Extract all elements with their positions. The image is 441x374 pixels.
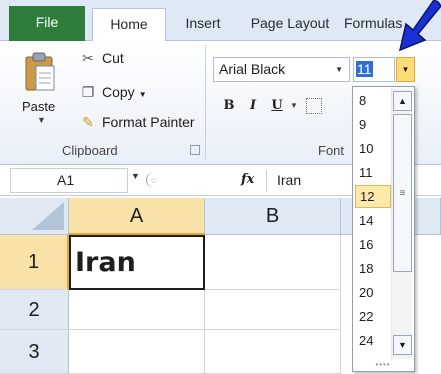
format-painter-label: Format Painter (102, 114, 195, 130)
formula-input[interactable]: Iran (277, 172, 301, 188)
select-all-button[interactable] (0, 198, 69, 235)
font-size-option-highlighted[interactable]: 12 (355, 185, 391, 208)
font-size-option[interactable]: 20 (355, 281, 391, 304)
font-size-option[interactable]: 8 (355, 89, 391, 112)
chevron-down-icon[interactable]: ▼ (335, 58, 343, 81)
font-size-option[interactable]: 24 (355, 329, 391, 352)
tab-home[interactable]: Home (92, 8, 166, 42)
paste-icon[interactable] (23, 51, 57, 93)
copy-button[interactable]: ❐ Copy ▼ (78, 81, 147, 103)
font-name-value: Arial Black (219, 61, 286, 77)
font-size-option[interactable]: 22 (355, 305, 391, 328)
chevron-down-icon[interactable]: ▼ (37, 115, 46, 125)
cell-b1[interactable] (205, 235, 341, 290)
chevron-down-icon[interactable]: ▼ (290, 101, 298, 110)
select-all-triangle-icon (32, 202, 64, 230)
resize-grip-icon[interactable]: •••• (371, 361, 395, 369)
cell-a2[interactable] (69, 290, 205, 330)
copy-icon: ❐ (81, 84, 95, 100)
group-divider (205, 45, 206, 159)
italic-button[interactable]: I (242, 95, 264, 117)
cell-b2[interactable] (205, 290, 341, 330)
row-header-3[interactable]: 3 (0, 330, 69, 374)
font-size-option[interactable]: 16 (355, 233, 391, 256)
ribbon-tab-bar: File Home Insert Page Layout Formulas (0, 0, 441, 42)
cell-a3[interactable] (69, 330, 205, 374)
copy-label: Copy (102, 84, 135, 100)
formula-bar-divider (266, 170, 267, 192)
font-size-option[interactable]: 10 (355, 137, 391, 160)
tab-insert[interactable]: Insert (170, 8, 236, 41)
font-size-option[interactable]: 18 (355, 257, 391, 280)
font-size-option[interactable]: 14 (355, 209, 391, 232)
tab-file[interactable]: File (9, 6, 85, 41)
font-size-value: 11 (356, 61, 373, 77)
scissors-icon: ✂ (82, 50, 94, 66)
paste-button[interactable]: Paste (22, 99, 55, 114)
font-size-combo[interactable]: 11 (353, 57, 395, 82)
font-size-option[interactable]: 9 (355, 113, 391, 136)
font-size-option[interactable]: 11 (355, 161, 391, 184)
name-box[interactable]: A1 (10, 168, 128, 193)
chevron-down-icon[interactable]: ▼ (131, 171, 140, 181)
scroll-thumb[interactable]: ≡ (393, 114, 412, 272)
insert-function-icon[interactable]: fx (241, 172, 254, 187)
chevron-down-icon[interactable]: ▼ (139, 90, 147, 99)
row-header-2[interactable]: 2 (0, 290, 69, 330)
font-size-scrollbar[interactable]: ▲ ≡ ▼ (391, 89, 412, 359)
dialog-launcher-icon[interactable] (190, 145, 200, 155)
font-size-dropdown-button[interactable]: ▼ (396, 57, 415, 82)
cell-b3[interactable] (205, 330, 341, 374)
paintbrush-icon: ✎ (82, 114, 94, 130)
tab-page-layout[interactable]: Page Layout (240, 8, 340, 41)
font-name-combo[interactable]: Arial Black ▼ (213, 57, 350, 82)
cell-a1[interactable]: Iran (69, 235, 205, 290)
scroll-up-arrow-icon[interactable]: ▲ (393, 91, 412, 111)
format-painter-button[interactable]: ✎ Format Painter (78, 111, 195, 133)
clipboard-group-label: Clipboard (62, 143, 118, 158)
underline-button[interactable]: U (266, 95, 288, 117)
cut-button[interactable]: ✂ Cut (78, 47, 124, 69)
column-header-b[interactable]: B (205, 198, 341, 235)
expand-icon: ○ (146, 172, 160, 188)
borders-icon[interactable] (306, 98, 322, 114)
row-header-1[interactable]: 1 (0, 235, 69, 290)
annotation-arrow-icon (398, 0, 441, 52)
font-group-label: Font (318, 143, 345, 158)
font-size-list: 8 9 10 11 12 14 16 18 20 22 24 ▲ ≡ ▼ •••… (352, 86, 415, 372)
scroll-down-arrow-icon[interactable]: ▼ (393, 335, 412, 355)
bold-button[interactable]: B (218, 95, 240, 117)
cut-label: Cut (102, 50, 124, 66)
column-header-a[interactable]: A (69, 198, 205, 235)
